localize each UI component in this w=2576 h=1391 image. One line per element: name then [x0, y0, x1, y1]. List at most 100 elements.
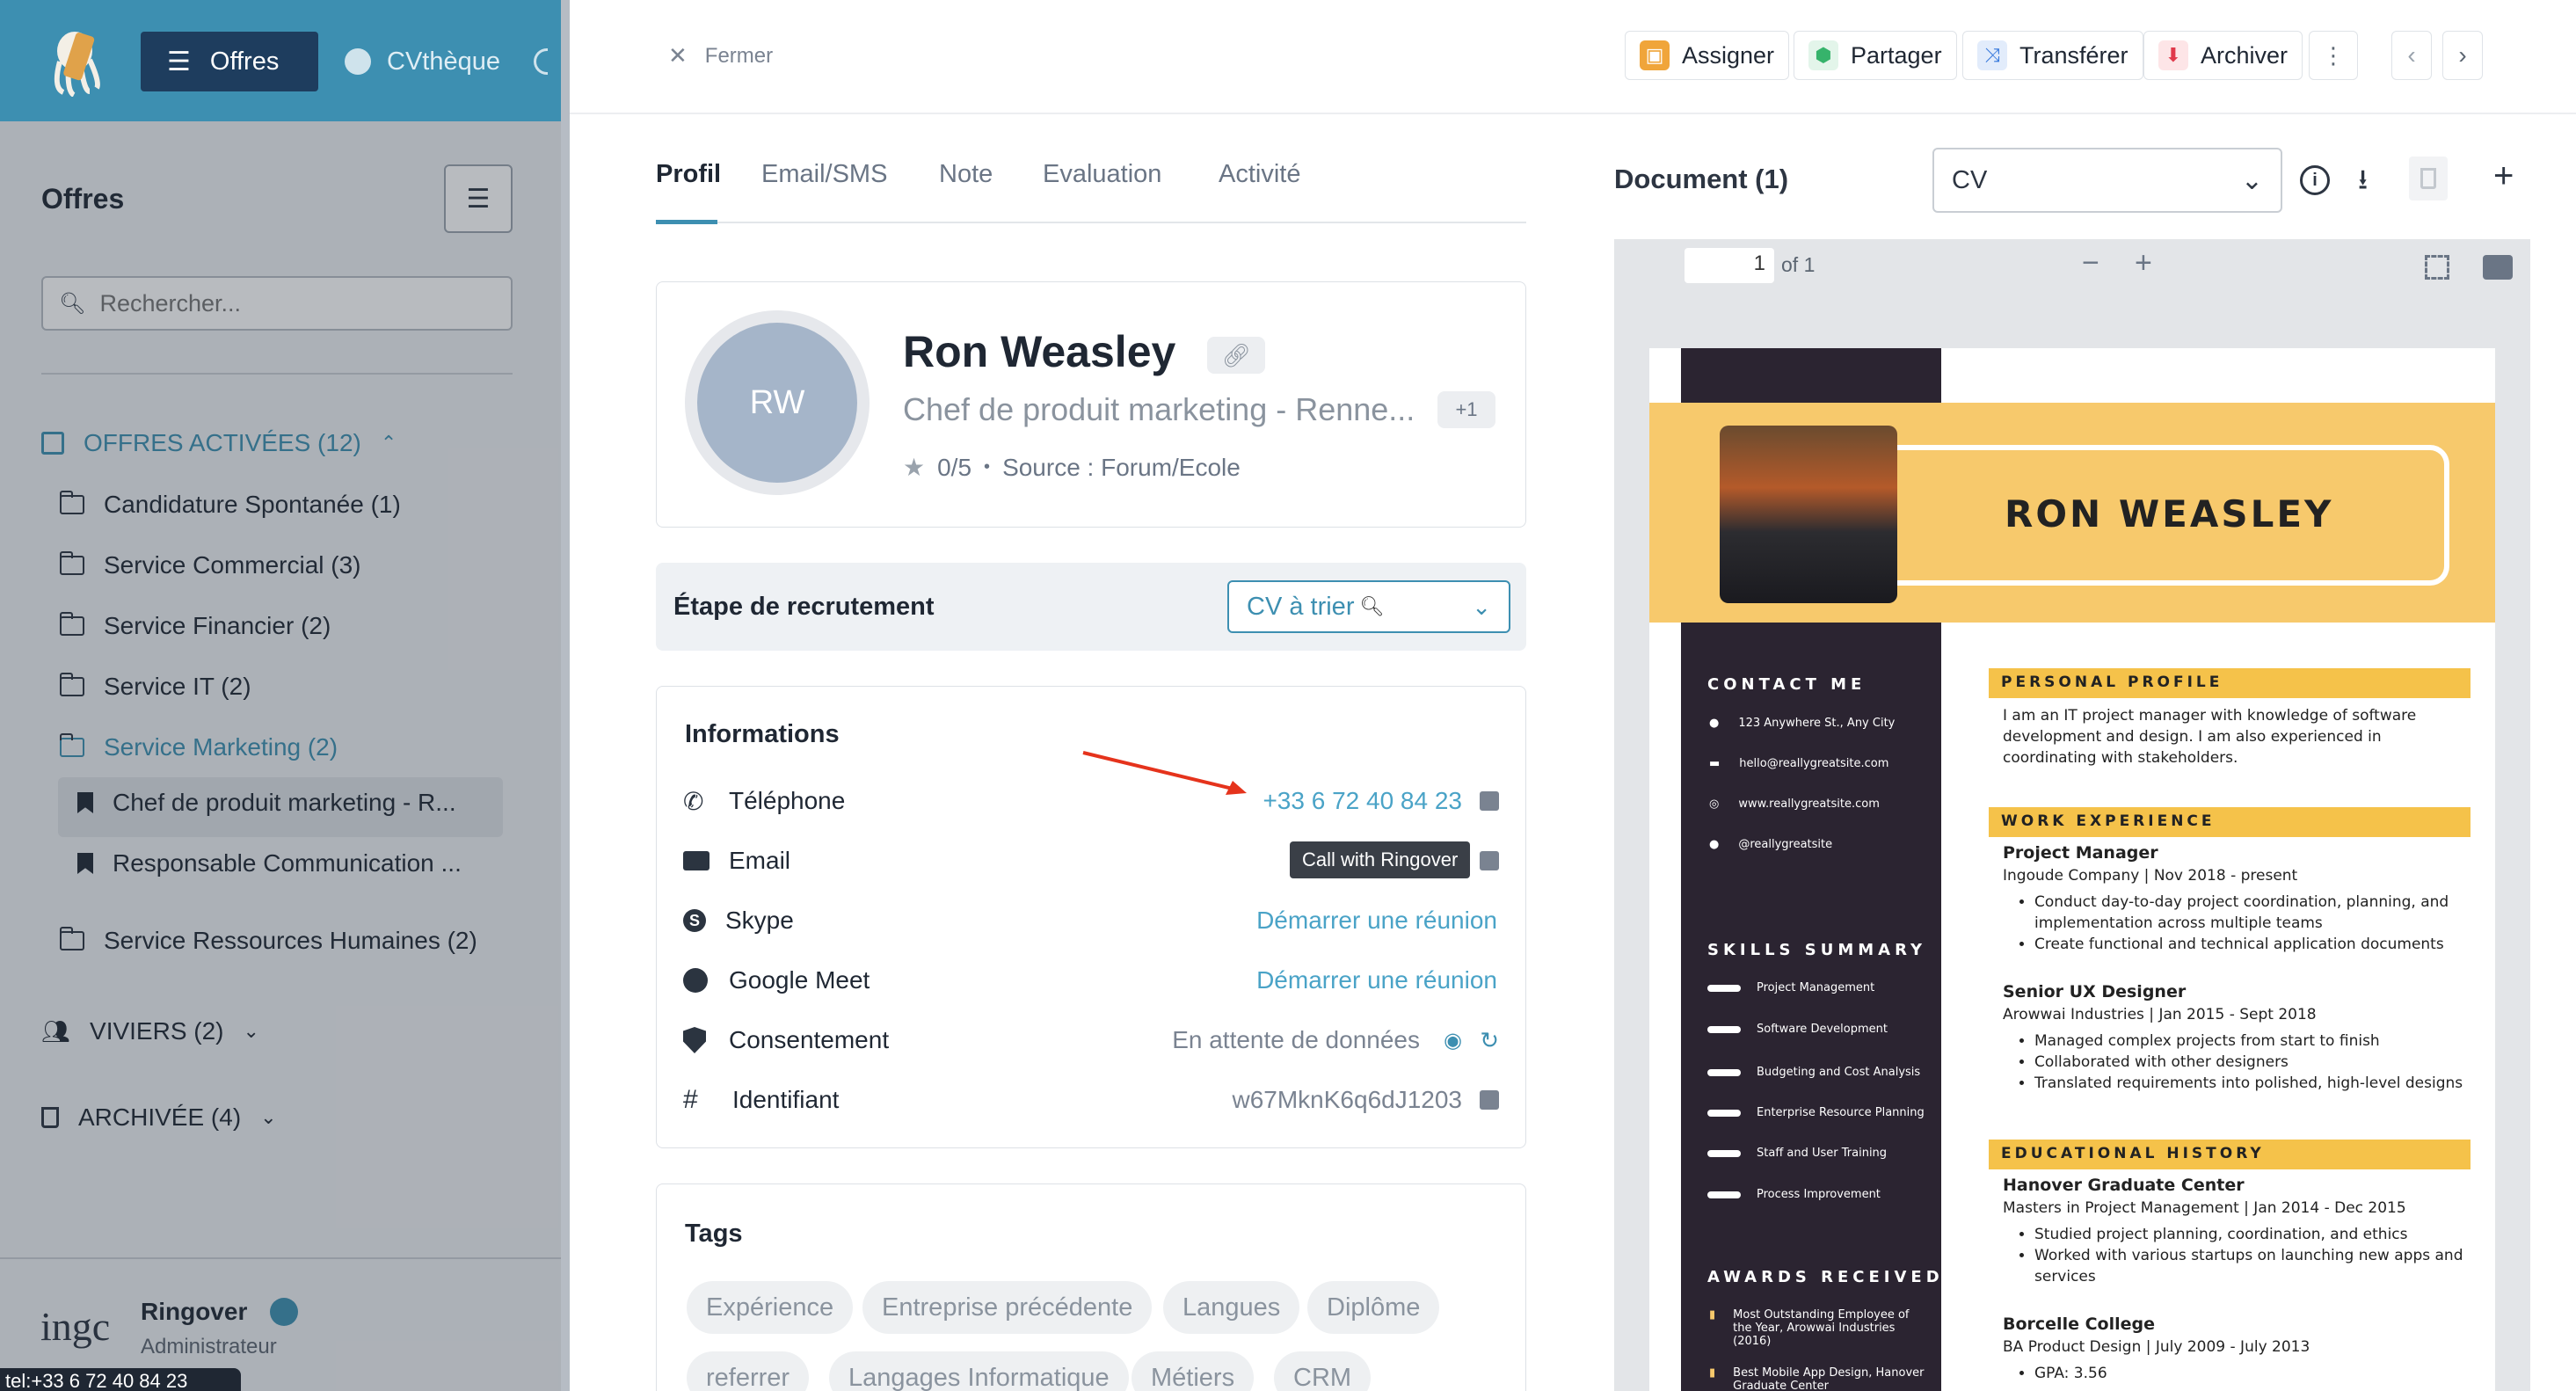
- shield-icon: [683, 1027, 706, 1053]
- at-icon: ●: [1709, 838, 1720, 851]
- cv-skill-text: Project Management: [1757, 981, 1875, 994]
- stage-select-value: CV à trier: [1247, 592, 1355, 621]
- shuffle-icon: ⤨: [1977, 40, 2007, 70]
- informations-title: Informations: [685, 720, 840, 748]
- copy-icon[interactable]: [1480, 1090, 1499, 1110]
- tag-chip[interactable]: referrer: [687, 1351, 810, 1391]
- transfer-button[interactable]: ⤨ Transférer: [1962, 31, 2143, 80]
- cv-page: RON WEASLEY CONTACT ME ● 123 Anywhere St.…: [1649, 348, 2495, 1391]
- nav-cvtheque[interactable]: CVthèque: [345, 32, 548, 91]
- cv-profile-heading: PERSONAL PROFILE: [1989, 668, 2470, 698]
- cv-job-subtitle: Ingoude Company | Nov 2018 - present: [2003, 867, 2298, 885]
- info-label: Email: [729, 847, 791, 874]
- cv-bullet: Worked with various startups on launchin…: [2034, 1245, 2470, 1287]
- eye-icon[interactable]: ◉: [1444, 1028, 1462, 1053]
- avatar: RW: [697, 323, 857, 483]
- modal-backdrop[interactable]: [0, 121, 570, 1391]
- profile-card: RW Ron Weasley 🔗︎ Chef de produit market…: [656, 281, 1526, 528]
- cv-education-heading: EDUCATIONAL HISTORY: [1989, 1140, 2470, 1169]
- info-row-skype: S Skype Démarrer une réunion: [657, 894, 1527, 947]
- phone-link[interactable]: +33 6 72 40 84 23: [1263, 787, 1462, 815]
- info-icon[interactable]: i: [2300, 165, 2330, 195]
- tab-activite[interactable]: Activité: [1219, 160, 1300, 189]
- tab-email-sms[interactable]: Email/SMS: [761, 160, 887, 189]
- page-number-input[interactable]: 1: [1685, 248, 1774, 283]
- skill-bar: [1707, 1191, 1741, 1198]
- tab-profil[interactable]: Profil: [656, 160, 721, 189]
- google-meet-icon: [683, 968, 708, 993]
- cv-skill-item: Project Management: [1707, 981, 1874, 994]
- assign-label: Assigner: [1682, 41, 1775, 69]
- panel-edge: [561, 0, 570, 1391]
- cv-school-bullets: Studied project planning, coordination, …: [2022, 1224, 2470, 1287]
- cv-work-heading: WORK EXPERIENCE: [1989, 807, 2470, 837]
- tag-chip[interactable]: Langues: [1163, 1281, 1300, 1334]
- close-link[interactable]: ✕ Fermer: [668, 42, 773, 69]
- next-button[interactable]: ›: [2442, 31, 2483, 80]
- info-label: Skype: [725, 907, 794, 934]
- cv-skill-text: Staff and User Training: [1757, 1147, 1888, 1160]
- copy-icon[interactable]: [1480, 851, 1499, 870]
- tooltip: Call with Ringover: [1290, 841, 1471, 878]
- cv-contact-text: @reallygreatsite: [1738, 838, 1833, 851]
- chevron-left-icon: ‹: [2407, 41, 2416, 69]
- phone-icon: ✆: [683, 787, 704, 815]
- cv-contact-item: ◎ www.reallygreatsite.com: [1709, 797, 1880, 811]
- document-select-value: CV: [1952, 165, 1988, 194]
- cv-bullet: Studied project planning, coordination, …: [2034, 1224, 2470, 1245]
- more-options-button[interactable]: ⋮: [2309, 31, 2358, 80]
- fullscreen-icon[interactable]: [2425, 255, 2449, 280]
- ribbon-icon: ▮: [1709, 1308, 1716, 1322]
- cv-name: RON WEASLEY: [2005, 492, 2334, 535]
- tag-chip[interactable]: Diplôme: [1307, 1281, 1440, 1334]
- octopus-logo-icon: [44, 26, 106, 98]
- skill-bar: [1707, 984, 1741, 992]
- cv-award-text: Best Mobile App Design, Hanover Graduate…: [1733, 1366, 1925, 1391]
- cv-award-text: Most Outstanding Employee of the Year, A…: [1733, 1308, 1910, 1348]
- tab-note[interactable]: Note: [939, 160, 993, 189]
- refresh-icon[interactable]: ↻: [1480, 1027, 1499, 1054]
- assign-button[interactable]: ▣ Assigner: [1625, 31, 1790, 80]
- cv-contact-text: www.reallygreatsite.com: [1738, 797, 1880, 811]
- delete-document-button[interactable]: [2409, 157, 2448, 200]
- zoom-out-icon[interactable]: −: [2082, 246, 2099, 280]
- google-meet-link[interactable]: Démarrer une réunion: [1256, 966, 1497, 994]
- tag-chip[interactable]: CRM: [1274, 1351, 1372, 1391]
- tag-chip[interactable]: Expérience: [687, 1281, 854, 1334]
- add-document-icon[interactable]: +: [2493, 157, 2514, 196]
- tag-chip[interactable]: Entreprise précédente: [862, 1281, 1153, 1334]
- nav-offres[interactable]: ☰ Offres: [141, 32, 318, 91]
- more-vertical-icon: ⋮: [2322, 41, 2345, 69]
- info-label: Google Meet: [729, 966, 870, 994]
- tag-chip[interactable]: Langages Informatique: [829, 1351, 1129, 1391]
- copy-link-button[interactable]: 🔗︎: [1207, 337, 1265, 374]
- previous-button[interactable]: ‹: [2391, 31, 2432, 80]
- status-url: tel:+33 6 72 40 84 23: [0, 1368, 241, 1391]
- stage-select[interactable]: CV à trier 🔍︎ ⌄: [1227, 580, 1510, 633]
- tag-chip[interactable]: Métiers: [1132, 1351, 1255, 1391]
- skill-bar: [1707, 1109, 1741, 1117]
- chevron-down-icon: ⌄: [2240, 165, 2263, 195]
- identifiant-value: w67MknK6q6dJ1203: [1232, 1086, 1462, 1113]
- more-offers-badge[interactable]: +1: [1437, 391, 1495, 428]
- document-select[interactable]: CV ⌄: [1932, 148, 2282, 213]
- skype-meeting-link[interactable]: Démarrer une réunion: [1256, 907, 1497, 935]
- link-icon: 🔗︎: [1221, 341, 1251, 368]
- cv-awards-title: AWARDS RECEIVED: [1707, 1268, 1944, 1286]
- download-icon[interactable]: ⭳: [2358, 160, 2368, 208]
- location-icon: ●: [1709, 717, 1720, 730]
- archive-button[interactable]: ⬇ Archiver: [2143, 31, 2303, 80]
- list-icon: ☰: [167, 47, 191, 76]
- cv-job-title: Senior UX Designer: [2003, 982, 2187, 1001]
- candidate-job-title[interactable]: Chef de produit marketing - Renne...: [903, 391, 1415, 428]
- cv-contact-text: 123 Anywhere St., Any City: [1738, 717, 1896, 730]
- transfer-label: Transférer: [2019, 41, 2128, 69]
- cv-skill-item: Budgeting and Cost Analysis: [1707, 1066, 1920, 1079]
- zoom-in-icon[interactable]: +: [2135, 246, 2152, 280]
- cv-skill-item: Staff and User Training: [1707, 1147, 1887, 1160]
- print-icon[interactable]: [2483, 255, 2513, 280]
- share-label: Partager: [1851, 41, 1942, 69]
- copy-icon[interactable]: [1480, 791, 1499, 811]
- tab-evaluation[interactable]: Evaluation: [1043, 160, 1161, 189]
- share-button[interactable]: ⬢ Partager: [1794, 31, 1957, 80]
